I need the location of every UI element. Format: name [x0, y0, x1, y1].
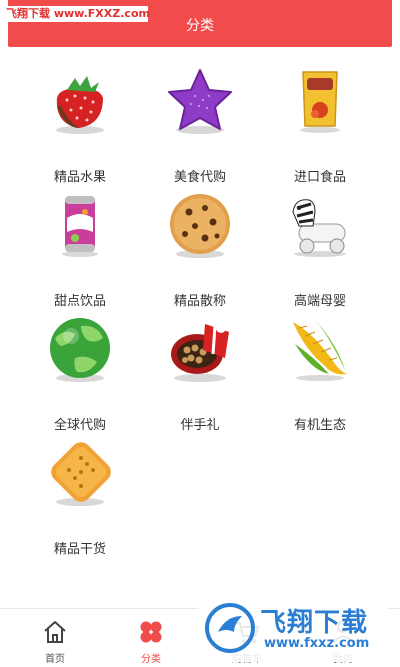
soda-can-icon	[62, 196, 98, 257]
category-label: 美食代购	[173, 170, 226, 185]
nav-category[interactable]: 分类	[101, 609, 201, 667]
cookie-icon	[170, 194, 230, 258]
category-label: 精品干货	[53, 542, 106, 557]
watermark-bottom: 飞翔下载 www.fxxz.com	[198, 596, 388, 662]
category-label: 伴手礼	[180, 418, 220, 433]
gift-box-icon	[171, 323, 229, 382]
category-label: 甜点饮品	[53, 294, 106, 309]
category-label: 进口食品	[293, 170, 346, 185]
cracker-icon	[51, 442, 111, 506]
category-label: 精品水果	[53, 170, 106, 185]
watermark-top: 飞翔下载 www.FXXZ.com	[4, 6, 150, 22]
category-label: 高端母婴	[293, 294, 346, 309]
globe-icon	[50, 318, 110, 382]
category-bulk-snacks[interactable]: 精品散称	[140, 190, 260, 310]
watermark-line1: 飞翔下载	[260, 608, 369, 638]
category-organic-eco[interactable]: 有机生态	[260, 314, 380, 434]
category-label: 精品散称	[173, 294, 226, 309]
category-mother-baby[interactable]: 高端母婴	[260, 190, 380, 310]
purple-star-icon	[168, 69, 232, 134]
nav-home[interactable]: 首页	[5, 609, 105, 667]
watermark-logo-icon	[205, 603, 255, 653]
category-food-purchase[interactable]: 美食代购	[140, 66, 260, 186]
nav-label: 首页	[45, 654, 65, 665]
strawberry-icon	[56, 76, 104, 134]
watermark-line2: www.fxxz.com	[264, 636, 370, 651]
category-label: 全球代购	[53, 418, 106, 433]
category-dried-goods[interactable]: 精品干货	[20, 438, 140, 558]
category-fruit[interactable]: 精品水果	[20, 66, 140, 186]
zebra-toy-icon	[292, 199, 346, 257]
category-grid-icon	[140, 621, 162, 643]
category-desserts-drinks[interactable]: 甜点饮品	[20, 190, 140, 310]
category-souvenir-gift[interactable]: 伴手礼	[140, 314, 260, 434]
category-global-purchase[interactable]: 全球代购	[20, 314, 140, 434]
nav-label: 分类	[141, 654, 161, 665]
category-imported-food[interactable]: 进口食品	[260, 66, 380, 186]
home-icon	[44, 621, 66, 643]
category-label: 有机生态	[293, 418, 346, 433]
chips-bag-icon	[300, 71, 340, 133]
corn-icon	[293, 320, 347, 381]
